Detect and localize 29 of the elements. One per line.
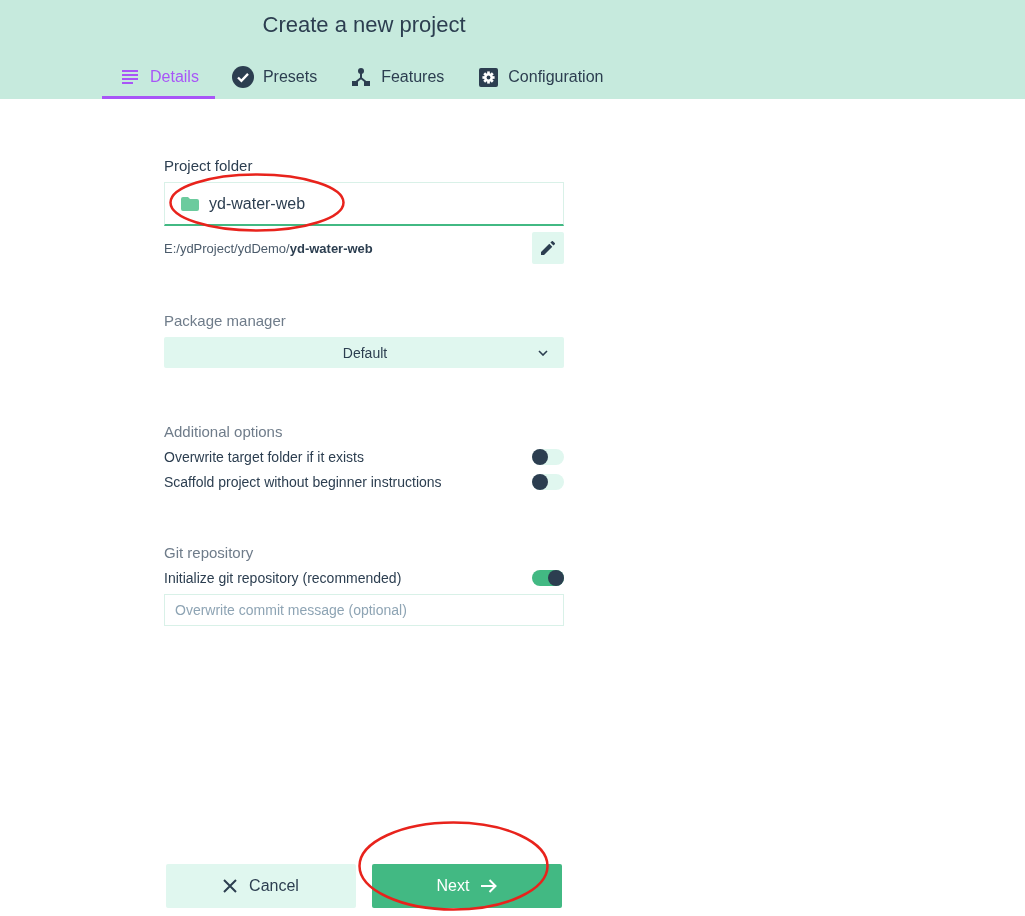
section-label: Git repository bbox=[164, 543, 255, 563]
toggle-switch[interactable] bbox=[532, 448, 564, 465]
option-label: Initialize git repository (recommended) bbox=[164, 569, 402, 586]
list-icon bbox=[122, 70, 138, 84]
option-label: Overwrite target folder if it exists bbox=[164, 448, 364, 465]
branch-icon bbox=[352, 68, 371, 86]
toggle-switch[interactable] bbox=[532, 473, 564, 490]
close-icon bbox=[223, 879, 238, 893]
check-circle-icon bbox=[231, 66, 254, 88]
page-title: Create a new project bbox=[261, 11, 467, 39]
tab[interactable]: Presets bbox=[214, 55, 334, 99]
edit-button[interactable] bbox=[532, 232, 564, 264]
field-label: Project folder bbox=[164, 156, 254, 176]
project-folder-field[interactable]: yd-water-web bbox=[164, 182, 564, 226]
tab[interactable]: Features bbox=[333, 55, 461, 99]
cancel-button[interactable]: Cancel bbox=[166, 864, 356, 908]
commit-message-field[interactable]: Overwrite commit message (optional) bbox=[164, 594, 564, 626]
chevron-down-icon bbox=[538, 349, 548, 356]
section-label: Additional options bbox=[164, 422, 284, 442]
tab[interactable]: Configuration bbox=[460, 55, 620, 99]
folder-icon bbox=[181, 196, 199, 211]
option-label: Scaffold project without beginner instructions bbox=[164, 473, 442, 490]
pencil-icon bbox=[541, 241, 555, 255]
folder-path: E:/ydProject/ydDemo/yd-water-web bbox=[164, 240, 373, 256]
field-label: Package manager bbox=[164, 311, 287, 331]
toggle-switch[interactable] bbox=[532, 569, 564, 586]
gear-icon bbox=[478, 67, 498, 87]
arrow-right-icon bbox=[481, 879, 498, 893]
package-manager-select[interactable]: Default bbox=[164, 337, 564, 368]
